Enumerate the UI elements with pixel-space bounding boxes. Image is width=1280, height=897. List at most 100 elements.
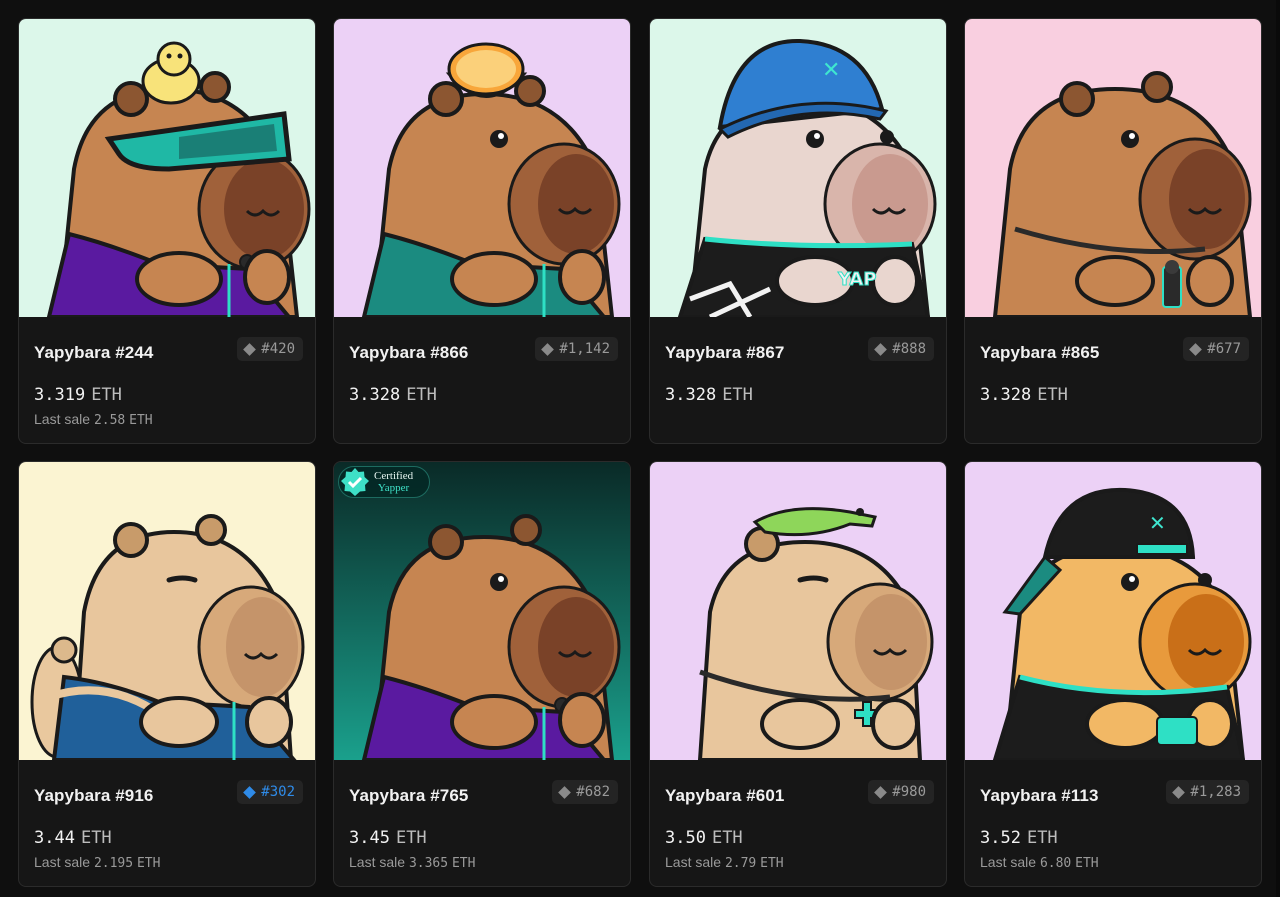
diamond-icon [541,342,555,356]
price-unit: ETH [91,385,122,405]
nft-info: Yapybara #866 #1,142 3.328 ETH [334,317,630,443]
nft-price: 3.319 ETH [34,385,122,405]
diamond-icon [1172,785,1186,799]
nft-name[interactable]: Yapybara #113 [980,786,1099,806]
rarity-rank-badge: #302 [237,780,303,804]
nft-price: 3.50 ETH [665,828,743,848]
price-value: 3.52 [980,828,1021,848]
rarity-rank: #1,142 [559,341,610,357]
nft-card[interactable]: ✕ Yapybara #113 #1,283 3.52 ETH Last sale… [964,461,1262,887]
rarity-rank: #682 [576,784,610,800]
nft-image[interactable] [334,19,630,317]
price-value: 3.328 [665,385,717,405]
last-sale-value: 6.80 [1039,856,1072,871]
diamond-icon [874,785,888,799]
diamond-icon [874,342,888,356]
last-sale-unit: ETH [451,856,476,871]
scrollbar-track[interactable] [1276,0,1280,897]
rarity-rank: #980 [892,784,926,800]
rarity-rank: #420 [261,341,295,357]
nft-price: 3.45 ETH [349,828,427,848]
nft-image[interactable] [650,462,946,760]
price-value: 3.328 [980,385,1032,405]
last-sale: Last sale 2.195 ETH [34,854,160,871]
nft-info: Yapybara #916 #302 3.44 ETH Last sale 2.1… [19,760,315,886]
last-sale: Last sale 2.79 ETH [665,854,784,871]
last-sale-label: Last sale [34,854,91,870]
price-unit: ETH [1026,828,1058,848]
nft-image[interactable]: ✕ [965,462,1261,760]
badge-text: Certified Yapper [374,470,413,494]
rarity-rank: #302 [261,784,295,800]
nft-image[interactable] [19,462,315,760]
nft-info: Yapybara #601 #980 3.50 ETH Last sale 2.7… [650,760,946,886]
nft-card[interactable]: Yapybara #244 #420 3.319 ETH Last sale 2.… [18,18,316,444]
nft-info: Yapybara #867 #888 3.328 ETH [650,317,946,443]
nft-info: Yapybara #865 #677 3.328 ETH [965,317,1261,443]
nft-card[interactable]: Yapybara #601 #980 3.50 ETH Last sale 2.7… [649,461,947,887]
last-sale-unit: ETH [760,856,784,871]
nft-info: Yapybara #113 #1,283 3.52 ETH Last sale 6… [965,760,1261,886]
price-value: 3.50 [665,828,706,848]
last-sale-unit: ETH [129,413,153,428]
nft-image[interactable]: ✕ YAP [650,19,946,317]
nft-price: 3.328 ETH [980,385,1068,405]
last-sale-label: Last sale [349,854,406,870]
diamond-icon [1189,342,1203,356]
nft-price: 3.52 ETH [980,828,1058,848]
diamond-icon [558,785,572,799]
nft-info: Yapybara #765 #682 3.45 ETH Last sale 3.3… [334,760,630,886]
nft-name[interactable]: Yapybara #867 [665,343,784,363]
price-unit: ETH [711,828,743,848]
nft-image[interactable] [19,19,315,317]
nft-info: Yapybara #244 #420 3.319 ETH Last sale 2.… [19,317,315,443]
last-sale: Last sale 2.58 ETH [34,411,153,428]
nft-price: 3.44 ETH [34,828,112,848]
rarity-rank: #1,283 [1190,784,1241,800]
nft-card[interactable]: Yapybara #866 #1,142 3.328 ETH [333,18,631,444]
last-sale-value: 2.79 [724,856,757,871]
nft-price: 3.328 ETH [665,385,753,405]
diamond-icon [243,785,257,799]
last-sale-label: Last sale [665,854,722,870]
nft-name[interactable]: Yapybara #765 [349,786,468,806]
price-unit: ETH [80,828,112,848]
verified-seal-icon [341,468,369,496]
last-sale-unit: ETH [136,856,161,871]
nft-image[interactable] [965,19,1261,317]
nft-name[interactable]: Yapybara #601 [665,786,784,806]
price-value: 3.44 [34,828,75,848]
nft-price: 3.328 ETH [349,385,437,405]
rarity-rank: #677 [1207,341,1241,357]
last-sale-value: 2.58 [93,413,126,428]
nft-name[interactable]: Yapybara #244 [34,343,153,363]
nft-name[interactable]: Yapybara #865 [980,343,1099,363]
svg-text:✕: ✕ [822,58,840,83]
rarity-rank-badge: #888 [868,337,934,361]
price-unit: ETH [722,385,753,405]
rarity-rank-badge: #682 [552,780,618,804]
badge-line-2: Yapper [377,482,410,494]
rarity-rank-badge: #677 [1183,337,1249,361]
last-sale-value: 3.365 [408,856,449,871]
nft-card[interactable]: Yapybara #916 #302 3.44 ETH Last sale 2.1… [18,461,316,887]
rarity-rank-badge: #1,142 [535,337,618,361]
price-unit: ETH [395,828,427,848]
price-unit: ETH [406,385,437,405]
last-sale-value: 2.195 [93,856,134,871]
rarity-rank: #888 [892,341,926,357]
last-sale-unit: ETH [1075,856,1099,871]
nft-name[interactable]: Yapybara #866 [349,343,468,363]
rarity-rank-badge: #980 [868,780,934,804]
nft-card[interactable]: Certified Yapper Yapybara #765 #682 3.45… [333,461,631,887]
nft-name[interactable]: Yapybara #916 [34,786,153,806]
last-sale-label: Last sale [980,854,1037,870]
rarity-rank-badge: #1,283 [1166,780,1249,804]
last-sale-label: Last sale [34,411,91,427]
nft-card[interactable]: Yapybara #865 #677 3.328 ETH [964,18,1262,444]
nft-image[interactable]: Certified Yapper [334,462,630,760]
rarity-rank-badge: #420 [237,337,303,361]
nft-card[interactable]: ✕ YAP Yapybara #867 #888 3.328 ETH [649,18,947,444]
price-value: 3.319 [34,385,86,405]
badge-line-1: Certified [374,470,414,482]
